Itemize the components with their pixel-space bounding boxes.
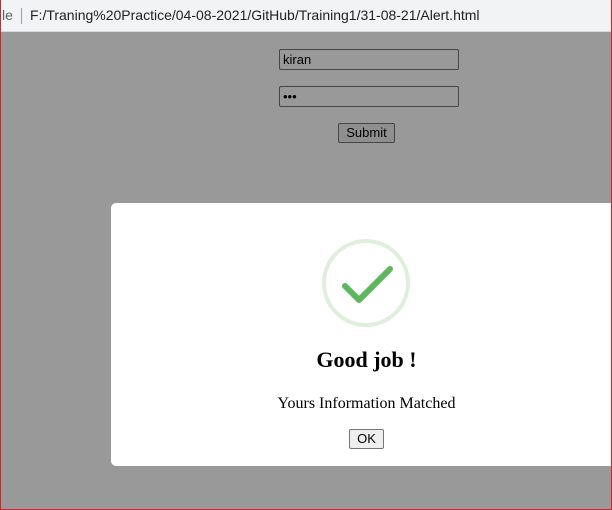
browser-address-bar[interactable]: le F:/Traning%20Practice/04-08-2021/GitH… [0, 0, 612, 32]
alert-title: Good job ! [316, 347, 417, 372]
success-check-icon [322, 239, 410, 327]
alert-dialog: Good job ! Yours Information Matched OK [111, 203, 612, 466]
address-bar-divider [21, 8, 22, 24]
address-bar-security-label[interactable]: le [2, 7, 13, 23]
alert-message: Yours Information Matched [277, 395, 456, 412]
address-bar-url[interactable]: F:/Traning%20Practice/04-08-2021/GitHub/… [30, 7, 480, 23]
ok-button[interactable]: OK [349, 429, 384, 449]
